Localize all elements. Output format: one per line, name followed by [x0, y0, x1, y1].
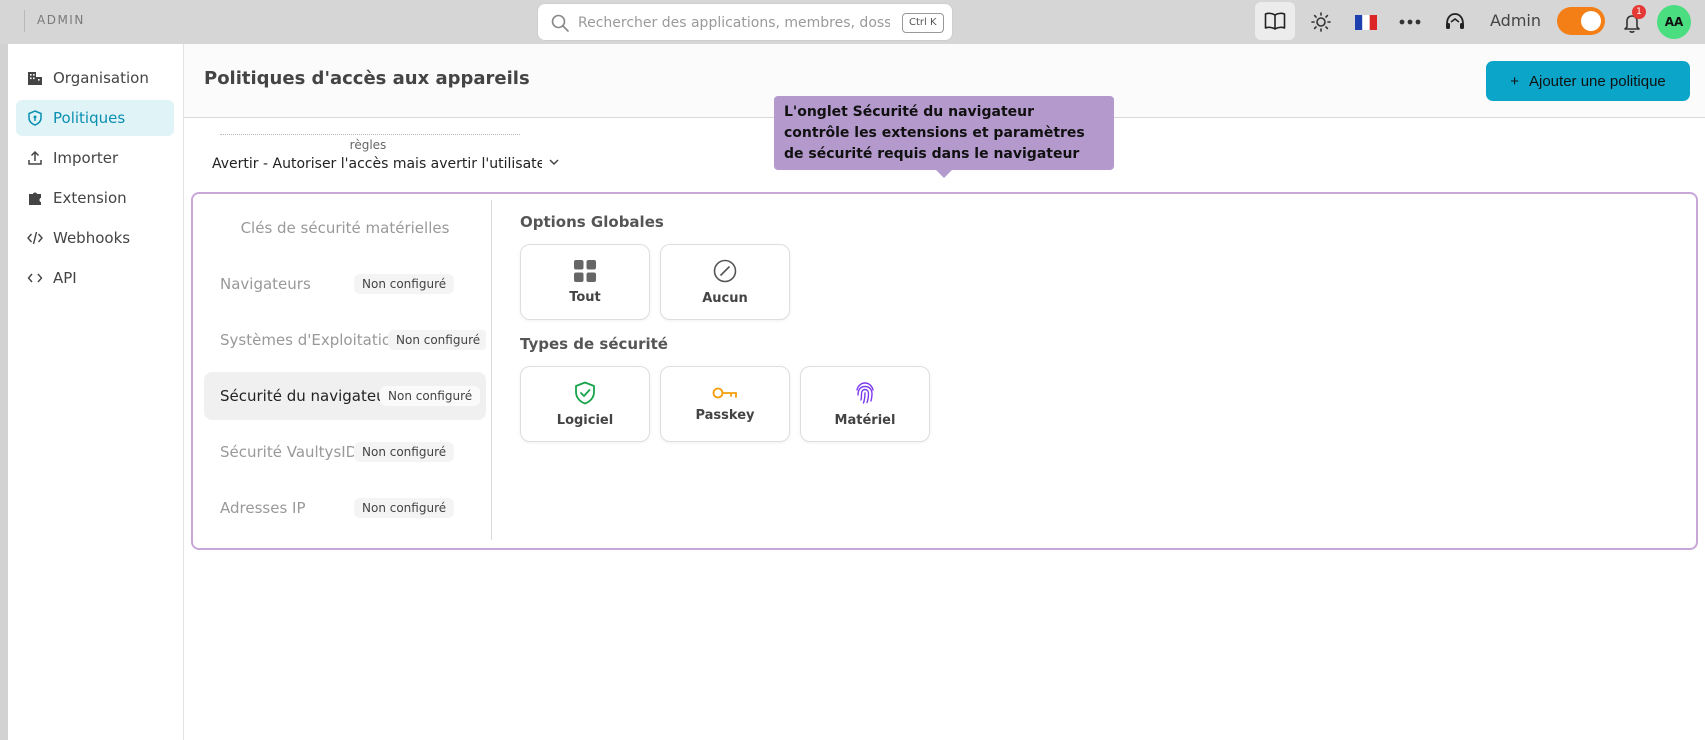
sidebar-item-extension[interactable]: Extension — [16, 180, 174, 216]
tab-operating-systems[interactable]: Systèmes d'Exploitation Non configuré — [204, 316, 486, 364]
page-title: Politiques d'accès aux appareils — [204, 68, 530, 89]
tab-label: Sécurité du navigateur — [220, 387, 392, 405]
toggle-knob — [1581, 11, 1601, 31]
tab-label: Navigateurs — [220, 275, 311, 293]
support-icon — [1446, 13, 1464, 29]
clipped-label-edge — [220, 134, 520, 137]
option-label: Matériel — [834, 412, 896, 428]
top-bar: ADMIN Ctrl K — [0, 0, 1705, 44]
search-input[interactable] — [578, 10, 890, 36]
code-icon — [27, 270, 43, 286]
option-none-card[interactable]: Aucun — [660, 244, 790, 320]
tab-vaultysid-security[interactable]: Sécurité VaultysID Non configuré — [204, 428, 486, 476]
flag-fr-icon — [1355, 14, 1377, 30]
chevron-down-icon — [549, 159, 559, 166]
sidebar-item-importer[interactable]: Importer — [16, 140, 174, 176]
search-icon — [551, 14, 569, 32]
forbidden-icon — [713, 259, 737, 282]
key-icon — [712, 387, 737, 398]
status-badge: Non configuré — [354, 274, 455, 294]
status-badge: Non configuré — [354, 442, 455, 462]
sidebar-item-label: Extension — [53, 189, 127, 207]
more-icon — [1399, 19, 1421, 25]
search-bar[interactable]: Ctrl K — [537, 3, 953, 41]
tab-browsers[interactable]: Navigateurs Non configuré — [204, 260, 486, 308]
grid-icon — [574, 259, 596, 282]
book-icon — [1264, 12, 1286, 30]
tab-label: Adresses IP — [220, 499, 306, 517]
tab-label: Sécurité VaultysID — [220, 443, 358, 461]
upload-icon — [27, 150, 43, 166]
sidebar-item-label: Politiques — [53, 109, 126, 127]
admin-mode-toggle[interactable] — [1557, 7, 1605, 35]
status-badge: Non configuré — [388, 330, 486, 350]
app-rail — [0, 44, 8, 740]
sidebar-item-politiques[interactable]: Politiques — [16, 100, 174, 136]
security-types-title: Types de sécurité — [520, 335, 668, 353]
add-policy-label: Ajouter une politique — [1529, 72, 1666, 90]
fingerprint-icon — [856, 381, 874, 404]
notification-badge: 1 — [1632, 5, 1646, 19]
puzzle-icon — [27, 190, 43, 206]
sun-icon — [1311, 12, 1331, 32]
rule-select-value: Avertir - Autoriser l'accès mais avertir… — [212, 156, 542, 172]
sidebar-item-label: Importer — [53, 149, 119, 167]
option-label: Aucun — [702, 290, 748, 306]
user-label: Admin — [1490, 11, 1541, 30]
main-content: Politiques d'accès aux appareils + Ajout… — [184, 44, 1705, 740]
tab-label: Systèmes d'Exploitation — [220, 331, 401, 349]
rule-action-select[interactable]: règles Avertir - Autoriser l'accès mais … — [200, 134, 568, 184]
code-slash-icon — [27, 230, 43, 246]
tab-hardware-keys[interactable]: Clés de sécurité matérielles — [204, 204, 486, 252]
shield-icon — [27, 110, 43, 126]
tooltip-text: L'onglet Sécurité du navigateur contrôle… — [784, 104, 1085, 162]
status-badge: Non configuré — [380, 386, 481, 406]
plus-icon: + — [1510, 72, 1519, 90]
security-type-passkey-card[interactable]: Passkey — [660, 366, 790, 442]
search-shortcut-badge: Ctrl K — [902, 13, 944, 33]
option-all-card[interactable]: Tout — [520, 244, 650, 320]
building-icon — [27, 70, 43, 86]
sidebar-item-label: API — [53, 269, 77, 287]
policy-tabs: Clés de sécurité matérielles Navigateurs… — [202, 200, 492, 540]
sidebar: Organisation Politiques Importer Extensi… — [8, 44, 184, 740]
tab-label: Clés de sécurité matérielles — [240, 219, 450, 237]
global-options-title: Options Globales — [520, 213, 664, 231]
status-badge: Non configuré — [354, 498, 455, 518]
tooltip-arrow — [936, 170, 952, 178]
add-policy-button[interactable]: + Ajouter une politique — [1486, 61, 1690, 101]
brand-separator — [24, 10, 25, 32]
docs-button[interactable] — [1255, 2, 1295, 40]
security-type-hardware-card[interactable]: Matériel — [800, 366, 930, 442]
option-label: Passkey — [695, 407, 755, 423]
tab-browser-security[interactable]: Sécurité du navigateur Non configuré — [204, 372, 486, 420]
security-type-software-card[interactable]: Logiciel — [520, 366, 650, 442]
sidebar-item-label: Webhooks — [53, 229, 131, 247]
rule-select-label: règles — [349, 138, 387, 152]
more-button[interactable] — [1394, 6, 1426, 38]
sidebar-item-organisation[interactable]: Organisation — [16, 60, 174, 96]
tab-ip-addresses[interactable]: Adresses IP Non configuré — [204, 484, 486, 532]
sidebar-item-api[interactable]: API — [16, 260, 174, 296]
guide-tooltip: L'onglet Sécurité du navigateur contrôle… — [774, 96, 1114, 178]
support-button[interactable] — [1439, 6, 1471, 38]
avatar[interactable]: AA — [1657, 5, 1691, 39]
language-button[interactable] — [1350, 6, 1382, 38]
shield-check-icon — [575, 381, 595, 404]
theme-toggle-button[interactable] — [1305, 6, 1337, 38]
option-label: Logiciel — [556, 412, 614, 428]
sidebar-item-webhooks[interactable]: Webhooks — [16, 220, 174, 256]
sidebar-item-label: Organisation — [53, 69, 149, 87]
brand-label: ADMIN — [37, 13, 85, 27]
option-label: Tout — [569, 289, 601, 305]
